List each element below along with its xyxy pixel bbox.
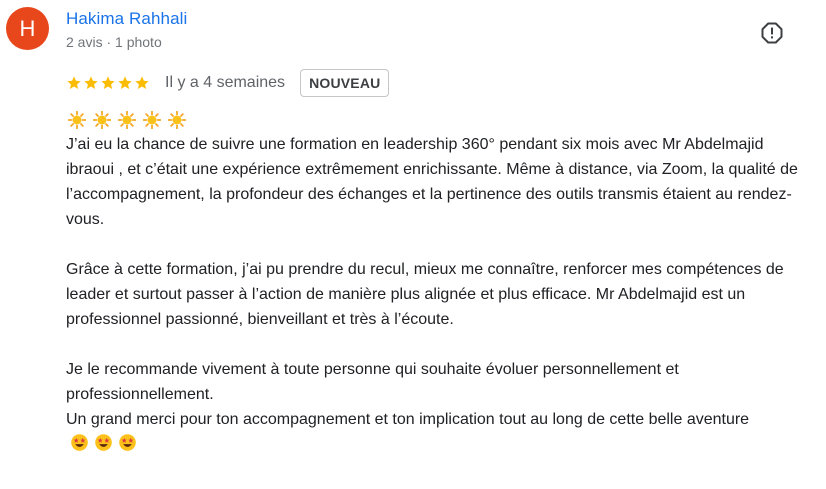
review-paragraph: Je le recommande vivement à toute person… [66, 361, 679, 403]
new-badge: NOUVEAU [300, 69, 390, 97]
review-paragraph-last: Un grand merci pour ton accompagnement e… [66, 407, 806, 457]
review-paragraph-text: Un grand merci pour ton accompagnement e… [66, 411, 750, 428]
sun-icon [168, 111, 186, 129]
avatar[interactable]: H [6, 7, 49, 50]
star-icon [84, 76, 98, 89]
star-struck-icon [71, 434, 88, 451]
review-paragraph: J’ai eu la chance de suivre une formatio… [66, 136, 798, 228]
star-struck-icon [119, 434, 136, 451]
review-paragraph: Grâce à cette formation, j’ai pu prendre… [66, 261, 784, 328]
review-date: Il y a 4 semaines [165, 74, 286, 91]
star-icon [67, 76, 81, 89]
sun-icon [118, 111, 136, 129]
star-struck-icon [95, 434, 112, 451]
author-meta[interactable]: 2 avis · 1 photo [66, 34, 162, 50]
star-icon [135, 76, 149, 89]
review-text: J’ai eu la chance de suivre une formatio… [66, 132, 806, 457]
sun-icon [93, 111, 111, 129]
sun-icon [143, 111, 161, 129]
sun-icon [68, 111, 86, 129]
sun-emoji-row [68, 111, 193, 129]
report-icon[interactable] [760, 21, 784, 45]
star-rating [66, 75, 151, 91]
rating-row: Il y a 4 semaines NOUVEAU [66, 68, 390, 98]
star-icon [101, 76, 115, 89]
star-icon [118, 76, 132, 89]
emoji-row [70, 433, 142, 452]
author-name[interactable]: Hakima Rahhali [66, 9, 187, 29]
